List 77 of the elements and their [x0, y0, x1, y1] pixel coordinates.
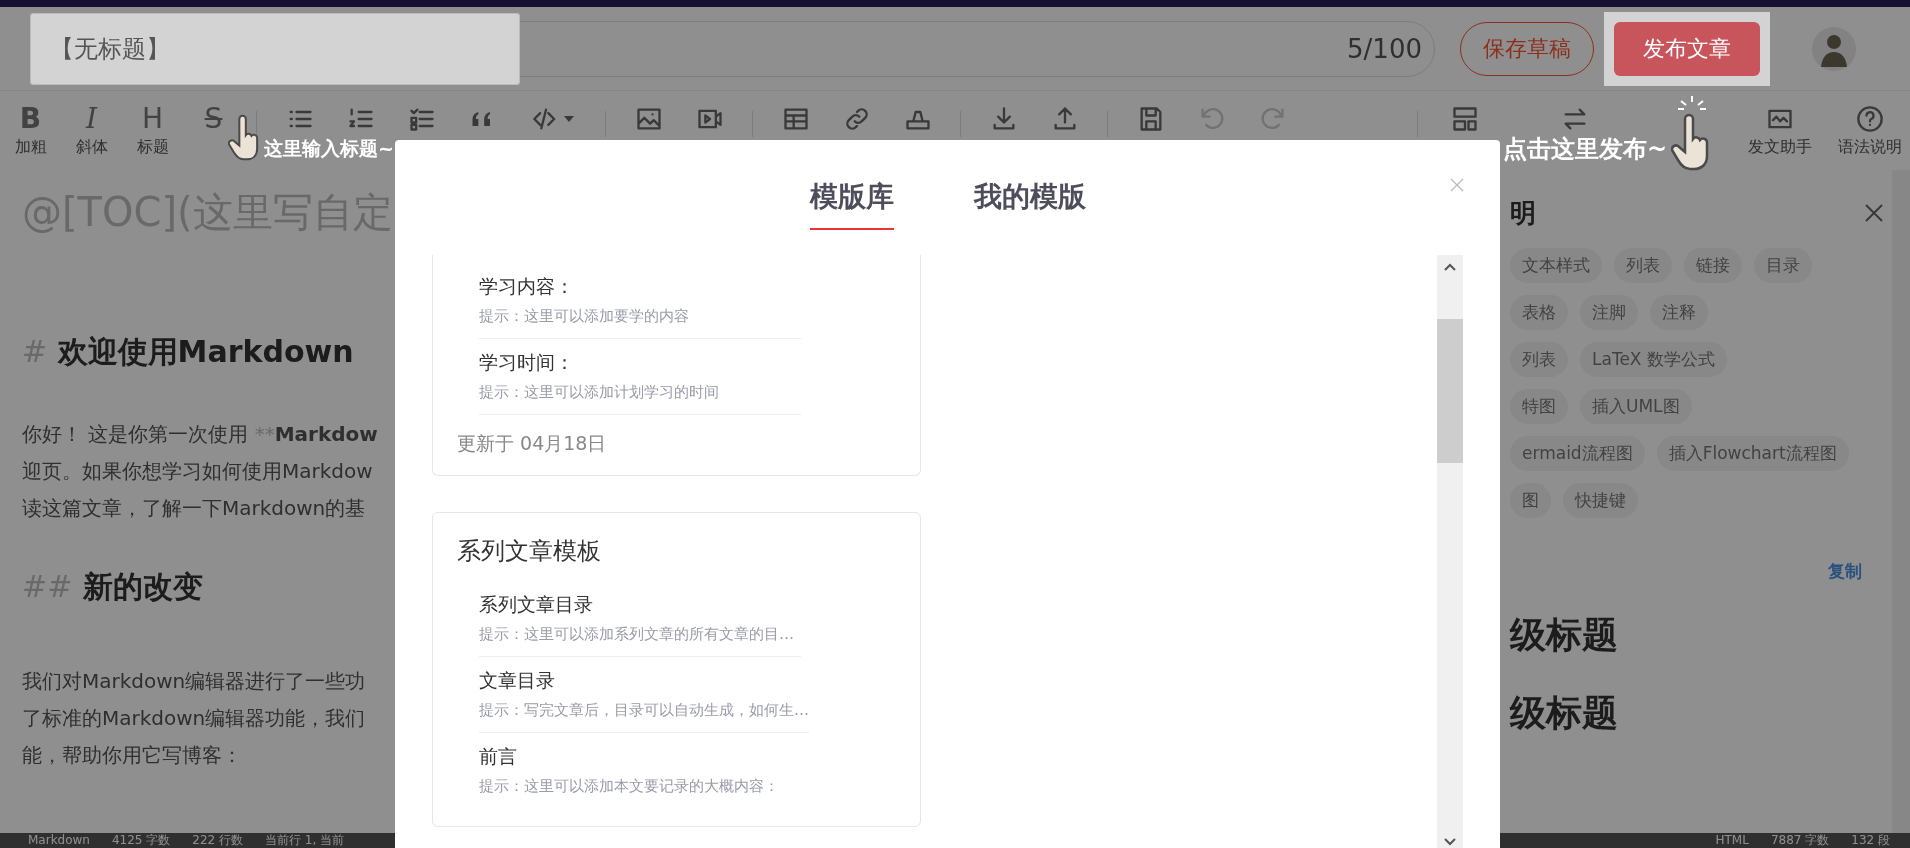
character-counter: 5/100: [1347, 33, 1422, 64]
dialog-tab[interactable]: 模版库: [809, 178, 894, 230]
scroll-up-icon[interactable]: [1444, 263, 1456, 271]
section-hint: 提示：这里可以添加计划学习的时间: [479, 383, 720, 402]
syntax-chip[interactable]: 文本样式: [1510, 248, 1602, 283]
panel-title: 明: [1510, 196, 1536, 230]
help-icon[interactable]: [1856, 105, 1884, 133]
editor-line: 读这篇文章，了解一下Markdown的基: [22, 495, 366, 522]
status-item: Markdown: [28, 833, 90, 848]
tool-label: 语法说明: [1838, 137, 1902, 158]
tool-label: 发文助手: [1748, 137, 1812, 158]
section-name: 文章目录: [479, 668, 556, 693]
editor-line: 你好！ 这是你第一次使用 **Markdow: [22, 421, 378, 448]
save-draft-button[interactable]: 保存草稿: [1460, 21, 1594, 76]
section-name: 前言: [479, 744, 518, 769]
editor-line: 能，帮助你用它写博客：: [22, 742, 242, 769]
status-item: HTML: [1715, 833, 1749, 848]
syntax-chip[interactable]: 插入UML图: [1580, 389, 1692, 424]
update-date: 更新于 04月18日: [457, 431, 608, 456]
format-button[interactable]: H: [141, 103, 164, 135]
editor-line: 迎页。如果你想学习如何使用Markdow: [22, 458, 373, 485]
status-item: 7887 字数: [1770, 833, 1830, 848]
close-icon[interactable]: [1864, 203, 1884, 223]
syntax-chip[interactable]: 注释: [1650, 295, 1708, 330]
title-field[interactable]: 【无标题】: [30, 12, 520, 85]
preview-heading: 级标题: [1510, 613, 1619, 657]
syntax-chip[interactable]: 快捷键: [1563, 483, 1638, 518]
sparkle-icon: [1677, 95, 1708, 111]
checklist-icon[interactable]: [407, 105, 436, 133]
coach-hint: 这里输入标题~: [264, 136, 394, 161]
layout-icon[interactable]: [1451, 105, 1479, 133]
copy-link[interactable]: 复制: [1828, 560, 1862, 583]
syntax-chip[interactable]: LaTeX 数学公式: [1580, 342, 1727, 377]
section-hint: 提示：这里可以添加要学的内容: [479, 307, 690, 326]
tool-label: 斜体: [75, 137, 108, 158]
section-hint: 提示：这里可以添加系列文章的所有文章的目…: [479, 625, 795, 644]
editor-line: 了标准的Markdown编辑器功能，我们: [22, 705, 366, 732]
scroll-down-icon[interactable]: [1444, 838, 1456, 846]
editor-line: 我们对Markdown编辑器进行了一些功: [22, 668, 366, 695]
tool-label: 标题: [136, 137, 169, 158]
status-item: 当前行 1, 当前: [265, 833, 345, 848]
template-card[interactable]: 学习内容： 提示：这里可以添加要学的内容 学习时间： 提示：这里可以添加计划学习的时间 更新于 04月18日: [432, 255, 921, 476]
syntax-chip[interactable]: 插入Flowchart流程图: [1656, 436, 1849, 471]
caret-icon[interactable]: [564, 116, 574, 122]
syntax-chip[interactable]: 链接: [1684, 248, 1742, 283]
section-name: 学习时间：: [479, 350, 575, 375]
scrollbar[interactable]: [1892, 170, 1910, 833]
format-button[interactable]: I: [85, 103, 98, 135]
syntax-chip[interactable]: 特图: [1510, 389, 1568, 424]
status-item: 222 行数: [192, 833, 244, 848]
scrollbar[interactable]: [1437, 255, 1463, 848]
editor-heading: ## 新的改变: [22, 568, 203, 606]
syntax-chip[interactable]: 目录: [1754, 248, 1812, 283]
syntax-chip[interactable]: ermaid流程图: [1510, 436, 1645, 471]
status-item: 4125 字数: [111, 833, 171, 848]
section-hint: 提示：这里可以添加本文要记录的大概内容：: [479, 777, 780, 796]
section-name: 系列文章目录: [479, 592, 594, 617]
publish-button[interactable]: 发布文章: [1614, 21, 1760, 76]
editor-heading: # 欢迎使用Markdown: [22, 333, 354, 371]
status-item: 132 段: [1851, 833, 1890, 848]
preview-heading: 级标题: [1510, 691, 1619, 735]
format-button[interactable]: S: [204, 103, 223, 135]
card-title: 系列文章模板: [457, 536, 602, 567]
section-hint: 提示：写完文章后，目录可以自动生成，如何生…: [479, 701, 809, 720]
syntax-chip[interactable]: 注脚: [1580, 295, 1638, 330]
format-button[interactable]: B: [19, 103, 42, 135]
scroll-thumb[interactable]: [1437, 319, 1463, 463]
avatar[interactable]: [1812, 26, 1856, 71]
syntax-chip[interactable]: 列表: [1614, 248, 1672, 283]
syntax-chip[interactable]: 表格: [1510, 295, 1568, 330]
coach-hint: 点击这里发布~: [1503, 134, 1668, 165]
tool-label: 加粗: [14, 137, 47, 158]
syntax-chip[interactable]: 列表: [1510, 342, 1568, 377]
dialog-tab[interactable]: 我的模版: [973, 178, 1086, 230]
syntax-chip[interactable]: 图: [1510, 483, 1551, 518]
template-card[interactable]: 系列文章模板 系列文章目录 提示：这里可以添加系列文章的所有文章的目… 文章目录 提示：写完文章后，目录可以自动生成，如何生… 前言 提示：这里可以添加本文要记录的大概内容：: [432, 512, 921, 827]
section-name: 学习内容：: [479, 274, 575, 299]
